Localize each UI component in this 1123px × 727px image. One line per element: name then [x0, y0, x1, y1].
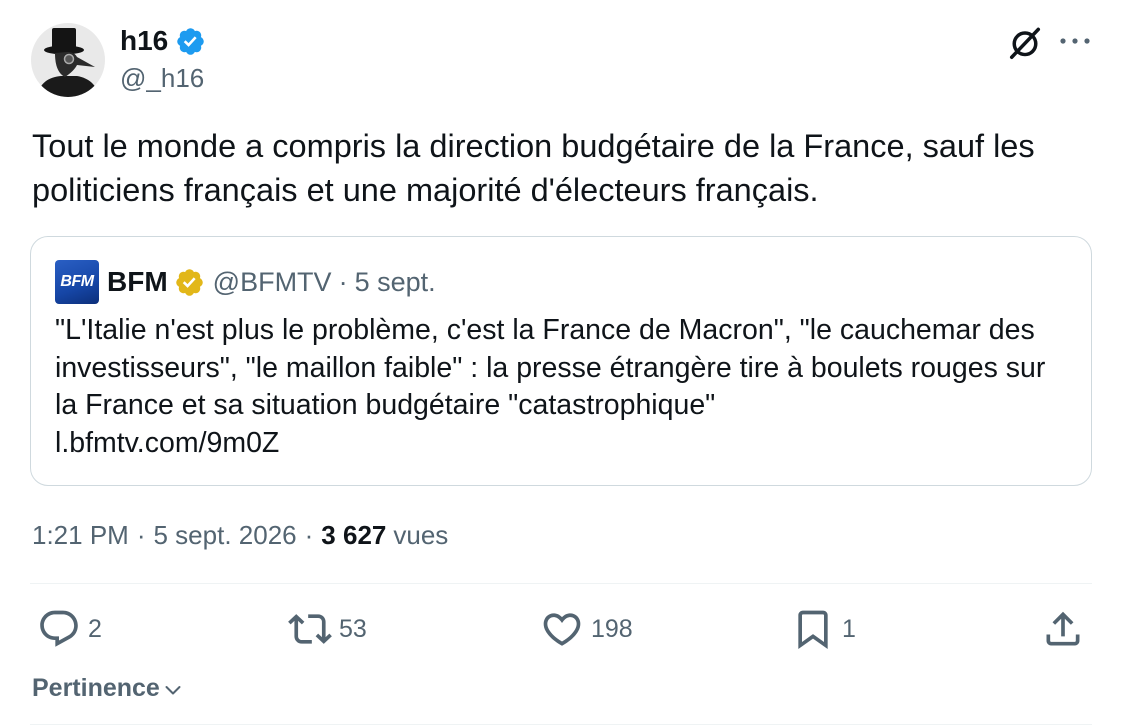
retweet-count: 53 — [339, 615, 367, 643]
quoted-tweet-card[interactable]: BFM BFM @BFMTV · 5 sept. "L'Italie n'est… — [30, 236, 1092, 486]
bfm-logo: BFM — [55, 260, 99, 304]
views-label: vues — [393, 520, 449, 550]
chevron-down-icon — [165, 686, 181, 695]
verified-badge-icon — [177, 27, 204, 55]
bookmark-button[interactable]: 1 — [791, 607, 856, 651]
share-icon — [1046, 611, 1080, 646]
meta-separator: · — [304, 520, 314, 550]
tweet-time[interactable]: 1:21 PM — [32, 520, 129, 550]
author-handle[interactable]: @_h16 — [120, 62, 204, 94]
divider — [30, 583, 1092, 584]
quoted-tweet-header: BFM BFM @BFMTV · 5 sept. — [55, 260, 436, 304]
retweet-icon — [288, 614, 332, 644]
author-name[interactable]: h16 — [120, 23, 168, 59]
tweet-meta: 1:21 PM · 5 sept. 2026 · 3 627 vues — [32, 518, 448, 552]
quoted-tweet-text: "L'Italie n'est plus le problème, c'est … — [55, 314, 1046, 421]
sort-label: Pertinence — [32, 674, 160, 702]
share-button[interactable] — [1041, 607, 1085, 651]
author-name-row: h16 — [120, 23, 206, 59]
quoted-separator: · — [338, 267, 348, 297]
avatar-image — [31, 23, 105, 97]
reply-icon — [40, 610, 78, 647]
like-count: 198 — [591, 615, 633, 643]
like-heart-icon — [543, 613, 581, 646]
sort-dropdown[interactable]: Pertinence — [32, 673, 183, 703]
quoted-tweet-link: l.bfmtv.com/9m0Z — [55, 426, 280, 459]
bookmark-icon — [798, 610, 828, 650]
quoted-date: 5 sept. — [354, 267, 436, 297]
gold-verified-badge-icon — [175, 268, 203, 296]
quoted-tweet-body: "L'Italie n'est plus le problème, c'est … — [55, 312, 1060, 462]
retweet-button[interactable]: 53 — [288, 607, 367, 651]
like-button[interactable]: 198 — [540, 607, 633, 651]
bottom-divider — [30, 724, 1092, 725]
meta-separator: · — [136, 520, 146, 550]
tweet-text: Tout le monde a compris la direction bud… — [32, 128, 1035, 208]
views-count: 3 627 — [321, 520, 387, 550]
reply-count: 2 — [88, 615, 102, 643]
author-avatar[interactable] — [31, 23, 105, 97]
quoted-author-handle: @BFMTV — [212, 267, 332, 297]
grok-icon[interactable] — [1006, 24, 1044, 62]
more-dots-icon[interactable] — [1058, 27, 1092, 55]
tweet-date[interactable]: 5 sept. 2026 — [154, 520, 297, 550]
quoted-author-name: BFM — [107, 266, 168, 297]
reply-button[interactable]: 2 — [37, 607, 102, 651]
bookmark-count: 1 — [842, 615, 856, 643]
